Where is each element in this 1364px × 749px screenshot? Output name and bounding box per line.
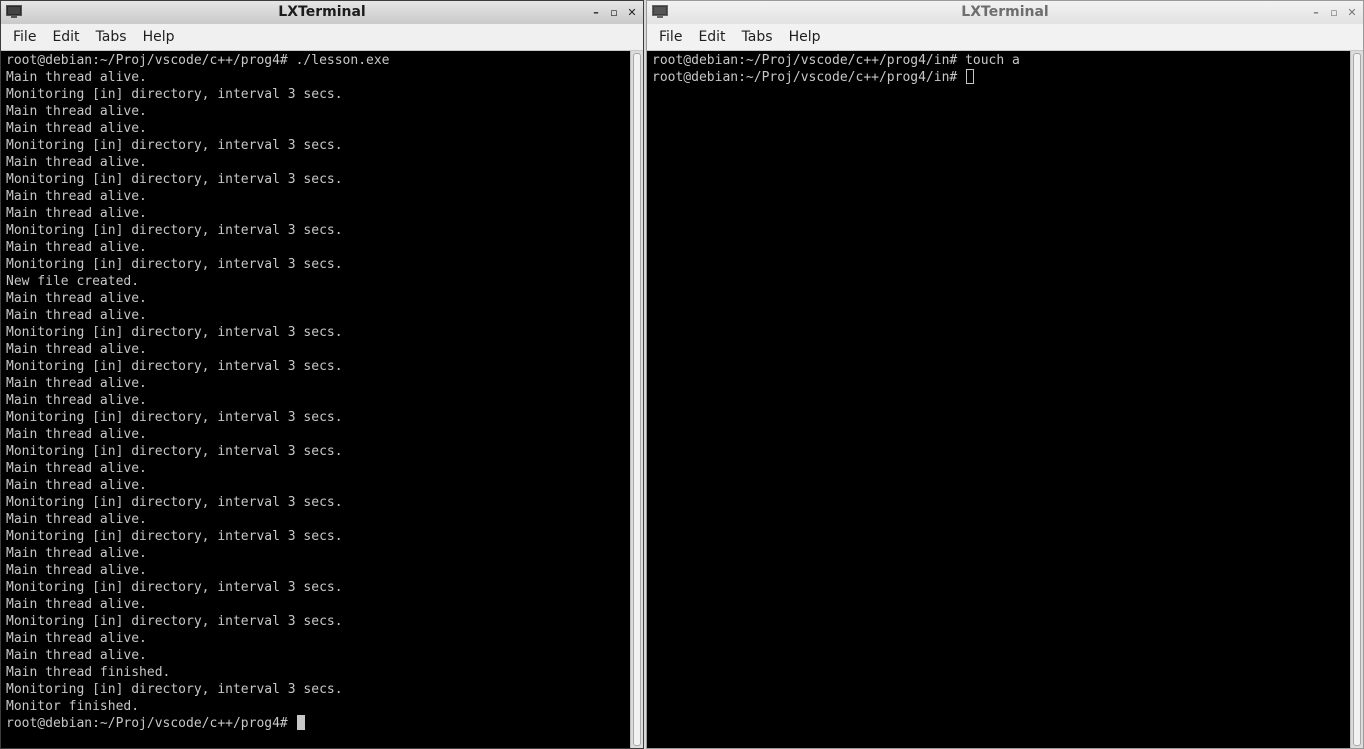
titlebar[interactable]: LXTerminal – ▫ ✕ bbox=[1, 1, 643, 24]
terminal-window-left: LXTerminal – ▫ ✕ File Edit Tabs Help roo… bbox=[0, 0, 644, 749]
prompt-line[interactable]: root@debian:~/Proj/vscode/c++/prog4/in# bbox=[652, 69, 1350, 86]
terminal-line: Main thread alive. bbox=[6, 427, 147, 442]
terminal-line: Main thread alive. bbox=[6, 291, 147, 306]
menu-tabs[interactable]: Tabs bbox=[734, 24, 781, 51]
terminal-line: Monitoring [in] directory, interval 3 se… bbox=[6, 410, 343, 425]
text-cursor bbox=[296, 715, 305, 730]
terminal-line: Main thread alive. bbox=[6, 478, 147, 493]
vertical-scrollbar[interactable] bbox=[1350, 51, 1363, 748]
terminal-line: Main thread alive. bbox=[6, 104, 147, 119]
terminal-line: Main thread alive. bbox=[6, 342, 147, 357]
window-title: LXTerminal bbox=[278, 4, 366, 20]
minimize-icon[interactable]: – bbox=[1309, 6, 1323, 20]
terminal-line: Monitoring [in] directory, interval 3 se… bbox=[6, 614, 343, 629]
terminal-line: Main thread alive. bbox=[6, 546, 147, 561]
terminal-output[interactable]: root@debian:~/Proj/vscode/c++/prog4/in# … bbox=[647, 51, 1350, 748]
scrollbar-thumb[interactable] bbox=[633, 53, 641, 746]
terminal-line: Monitoring [in] directory, interval 3 se… bbox=[6, 580, 343, 595]
window-title: LXTerminal bbox=[961, 4, 1049, 20]
terminal-line: Monitoring [in] directory, interval 3 se… bbox=[6, 325, 343, 340]
terminal-line: Main thread alive. bbox=[6, 189, 147, 204]
close-icon[interactable]: ✕ bbox=[625, 6, 639, 20]
terminal-line: Main thread alive. bbox=[6, 512, 147, 527]
terminal-line: Main thread alive. bbox=[6, 597, 147, 612]
terminal-line: root@debian:~/Proj/vscode/c++/prog4/in# … bbox=[652, 53, 1020, 68]
menu-help[interactable]: Help bbox=[135, 24, 183, 51]
terminal-line: Main thread alive. bbox=[6, 121, 147, 136]
terminal-output[interactable]: root@debian:~/Proj/vscode/c++/prog4# ./l… bbox=[1, 51, 630, 748]
terminal-line: Main thread alive. bbox=[6, 155, 147, 170]
menu-file[interactable]: File bbox=[651, 24, 690, 51]
minimize-icon[interactable]: – bbox=[589, 6, 603, 20]
terminal-line: New file created. bbox=[6, 274, 140, 289]
menu-edit[interactable]: Edit bbox=[690, 24, 733, 51]
text-cursor bbox=[966, 69, 975, 84]
prompt-line[interactable]: root@debian:~/Proj/vscode/c++/prog4# bbox=[6, 715, 630, 732]
terminal-line: Main thread alive. bbox=[6, 648, 147, 663]
shell-prompt: root@debian:~/Proj/vscode/c++/prog4# bbox=[6, 716, 296, 731]
terminal-line: Monitoring [in] directory, interval 3 se… bbox=[6, 444, 343, 459]
terminal-line: Main thread alive. bbox=[6, 393, 147, 408]
terminal-line: Monitoring [in] directory, interval 3 se… bbox=[6, 223, 343, 238]
titlebar[interactable]: LXTerminal – ▫ ✕ bbox=[647, 1, 1363, 24]
terminal-line: Monitoring [in] directory, interval 3 se… bbox=[6, 138, 343, 153]
terminal-line: Main thread alive. bbox=[6, 70, 147, 85]
terminal-line: Monitoring [in] directory, interval 3 se… bbox=[6, 257, 343, 272]
terminal-line: Main thread alive. bbox=[6, 563, 147, 578]
terminal-line: Monitoring [in] directory, interval 3 se… bbox=[6, 682, 343, 697]
scrollbar-thumb[interactable] bbox=[1353, 53, 1361, 746]
terminal-line: Main thread finished. bbox=[6, 665, 171, 680]
menu-edit[interactable]: Edit bbox=[44, 24, 87, 51]
shell-prompt: root@debian:~/Proj/vscode/c++/prog4/in# bbox=[652, 70, 966, 85]
maximize-icon[interactable]: ▫ bbox=[1327, 6, 1341, 20]
vertical-scrollbar[interactable] bbox=[630, 51, 643, 748]
terminal-line: Main thread alive. bbox=[6, 240, 147, 255]
menu-help[interactable]: Help bbox=[781, 24, 829, 51]
terminal-line: Monitoring [in] directory, interval 3 se… bbox=[6, 359, 343, 374]
maximize-icon[interactable]: ▫ bbox=[607, 6, 621, 20]
terminal-line: Main thread alive. bbox=[6, 376, 147, 391]
terminal-line: Monitoring [in] directory, interval 3 se… bbox=[6, 172, 343, 187]
terminal-line: Monitoring [in] directory, interval 3 se… bbox=[6, 495, 343, 510]
terminal-line: Monitor finished. bbox=[6, 699, 140, 714]
terminal-line: Main thread alive. bbox=[6, 631, 147, 646]
terminal-line: Monitoring [in] directory, interval 3 se… bbox=[6, 529, 343, 544]
terminal-line: Main thread alive. bbox=[6, 308, 147, 323]
terminal-line: root@debian:~/Proj/vscode/c++/prog4# ./l… bbox=[6, 53, 390, 68]
menubar: File Edit Tabs Help bbox=[647, 24, 1363, 51]
menubar: File Edit Tabs Help bbox=[1, 24, 643, 51]
terminal-line: Monitoring [in] directory, interval 3 se… bbox=[6, 87, 343, 102]
close-icon[interactable]: ✕ bbox=[1345, 6, 1359, 20]
menu-tabs[interactable]: Tabs bbox=[88, 24, 135, 51]
terminal-line: Main thread alive. bbox=[6, 206, 147, 221]
menu-file[interactable]: File bbox=[5, 24, 44, 51]
terminal-window-right: LXTerminal – ▫ ✕ File Edit Tabs Help roo… bbox=[646, 0, 1364, 749]
terminal-line: Main thread alive. bbox=[6, 461, 147, 476]
